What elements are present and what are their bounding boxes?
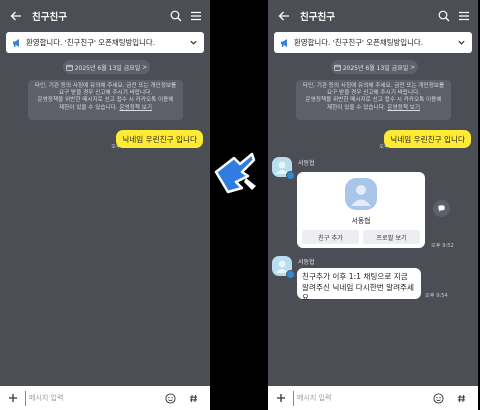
my-message-bubble[interactable]: 닉네임 우린친구 입니다 <box>384 130 471 148</box>
system-warning: 타인, 기관 등의 사칭에 유의해 주세요. 금전 또는 개인정보를 요구 받을… <box>28 80 183 120</box>
sender-name: 서동협 <box>298 160 315 167</box>
message-time: 오후 9:52 <box>431 243 454 249</box>
message-input[interactable] <box>293 390 423 406</box>
system-line: 운영정책을 위반한 메시지로 신고 접수 시 카카오톡 이용에 <box>37 97 174 104</box>
chevron-down-icon[interactable] <box>457 38 466 47</box>
date-divider: 2025년 6월 13일 금요일 > <box>63 60 150 74</box>
notice-text: 환영합니다. '친구친구' 오픈채팅방입니다. <box>26 38 156 47</box>
emoji-icon[interactable] <box>433 392 444 404</box>
my-message-bubble[interactable]: 닉네임 우린친구 입니다 <box>116 130 203 148</box>
date-arrow: > <box>142 63 148 71</box>
chat-screen-before: 친구친구 환영합니다. '친구친구' 오픈채팅방입니다. 2025년 6월 13… <box>0 0 210 410</box>
sender-avatar[interactable] <box>272 256 295 279</box>
reply-line: 알려주신 닉네임 다시한번 알려주세요 <box>302 282 415 303</box>
message-time: 오후 9:54 <box>425 293 448 299</box>
chat-title: 친구친구 <box>32 12 67 23</box>
profile-avatar <box>345 178 377 210</box>
share-icon <box>438 205 445 212</box>
verified-badge <box>286 270 295 279</box>
back-arrow-icon[interactable] <box>10 10 22 22</box>
date-label: 2025년 6월 13일 금요일 <box>74 64 141 72</box>
search-icon[interactable] <box>438 10 450 22</box>
sender-name: 서동협 <box>298 259 315 266</box>
plus-icon[interactable] <box>276 393 286 403</box>
system-line: 제한이 있을 수 있습니다. 운영정책 보기 <box>58 104 152 111</box>
pointing-cursor-icon <box>214 152 256 194</box>
profile-card[interactable]: 서동협 친구 추가 프로필 보기 <box>297 172 425 248</box>
share-button[interactable] <box>433 200 450 217</box>
chat-header: 친구친구 <box>0 0 210 32</box>
megaphone-icon <box>281 38 287 47</box>
notice-banner[interactable]: 환영합니다. '친구친구' 오픈채팅방입니다. <box>6 32 204 53</box>
calendar-icon <box>65 64 73 71</box>
message-input-bar <box>268 386 478 410</box>
hash-icon[interactable] <box>189 394 198 403</box>
menu-icon[interactable] <box>458 10 470 22</box>
plus-icon[interactable] <box>8 393 18 403</box>
reply-line: 친구추가 이후 1:1 채팅으로 지금 <box>302 272 408 281</box>
calendar-icon <box>333 64 341 71</box>
policy-link[interactable]: 운영정책 보기 <box>119 105 152 111</box>
chat-header: 친구친구 <box>268 0 478 32</box>
notice-text: 환영합니다. '친구친구' 오픈채팅방입니다. <box>294 38 424 47</box>
message-input-bar <box>0 386 210 410</box>
hash-icon[interactable] <box>457 394 466 403</box>
reply-bubble[interactable]: 친구추가 이후 1:1 채팅으로 지금 알려주신 닉네임 다시한번 알려주세요 <box>297 268 421 302</box>
verified-badge <box>286 171 295 180</box>
chat-title: 친구친구 <box>300 12 335 23</box>
chat-screen-after: 친구친구 환영합니다. '친구친구' 오픈채팅방입니다. 2025년 6월 13… <box>268 0 478 410</box>
date-divider: 2025년 6월 13일 금요일 > <box>331 60 418 74</box>
emoji-icon[interactable] <box>165 392 176 404</box>
system-line: 제한이 있을 수 있습니다. 운영정책 보기 <box>326 104 420 111</box>
system-line: 운영정책을 위반한 메시지로 신고 접수 시 카카오톡 이용에 <box>305 97 442 104</box>
profile-name: 서동협 <box>351 217 371 225</box>
notice-banner[interactable]: 환영합니다. '친구친구' 오픈채팅방입니다. <box>274 32 472 53</box>
policy-link[interactable]: 운영정책 보기 <box>387 105 420 111</box>
date-arrow: > <box>410 63 416 71</box>
back-arrow-icon[interactable] <box>278 10 290 22</box>
sender-avatar[interactable] <box>272 157 295 180</box>
date-label: 2025년 6월 13일 금요일 <box>342 64 409 72</box>
system-warning: 타인, 기관 등의 사칭에 유의해 주세요. 금전 또는 개인정보를 요구 받을… <box>296 80 451 120</box>
search-icon[interactable] <box>170 10 182 22</box>
menu-icon[interactable] <box>190 10 202 22</box>
person-icon <box>351 185 371 206</box>
chevron-down-icon[interactable] <box>189 38 198 47</box>
message-input[interactable] <box>25 390 155 406</box>
view-profile-button[interactable]: 프로필 보기 <box>363 230 420 244</box>
add-friend-button[interactable]: 친구 추가 <box>302 230 359 244</box>
megaphone-icon <box>13 38 19 47</box>
